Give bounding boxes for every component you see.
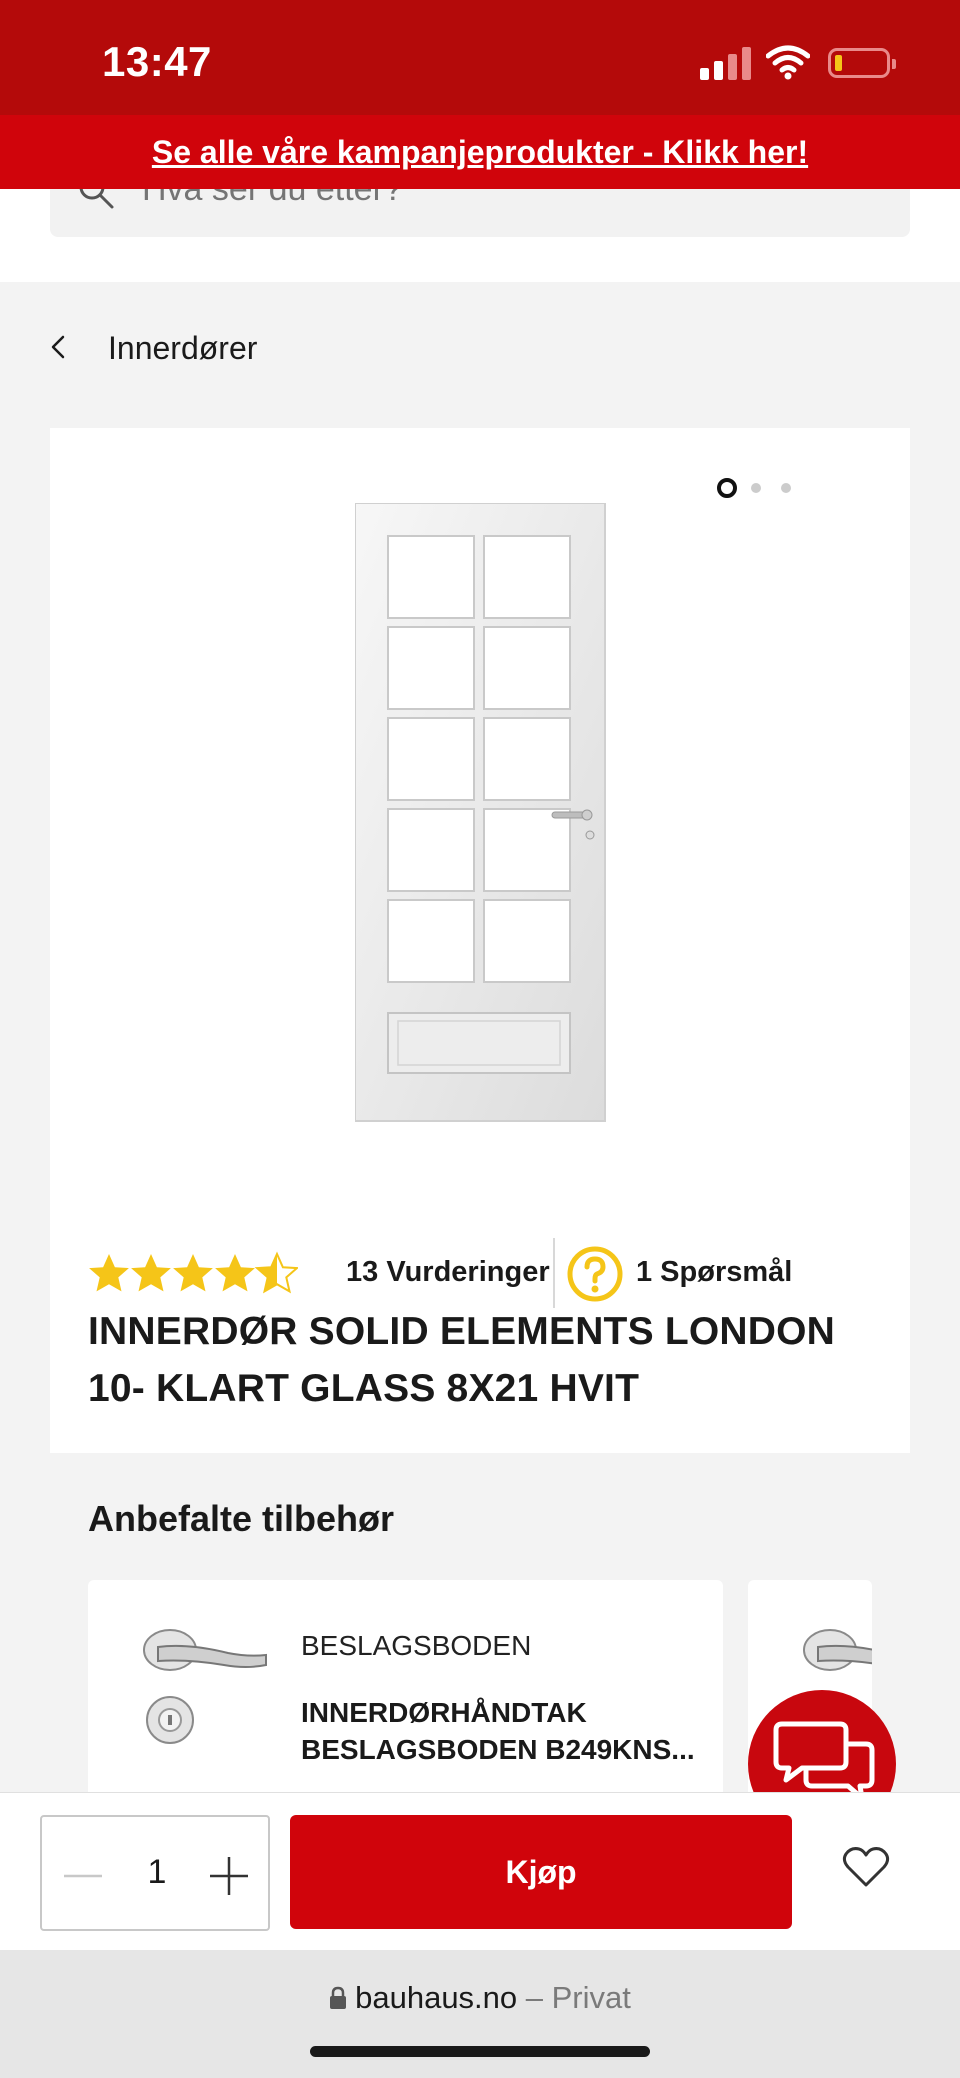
url-domain[interactable]: bauhaus.no xyxy=(355,1980,517,2015)
plus-icon[interactable] xyxy=(206,1853,252,1899)
rating-stars[interactable] xyxy=(88,1250,298,1296)
status-bar: 13:47 xyxy=(0,0,960,115)
star-icon xyxy=(215,1254,255,1292)
star-icon xyxy=(173,1254,213,1292)
status-time: 13:47 xyxy=(102,38,212,85)
heart-icon[interactable] xyxy=(842,1845,890,1889)
breadcrumb[interactable]: Innerdører xyxy=(0,282,960,422)
browsing-mode: – Privat xyxy=(525,1980,631,2015)
carousel-dot-1[interactable] xyxy=(717,478,737,498)
accessories-title: Anbefalte tilbehør xyxy=(88,1498,395,1539)
search-area xyxy=(0,169,960,282)
buy-bar: 1 Kjøp xyxy=(0,1792,960,1950)
accessory-image xyxy=(143,1629,267,1744)
accessory-card[interactable]: BESLAGSBODEN INNERDØRHÅNDTAK BESLAGSBODE… xyxy=(88,1580,723,1800)
accessory-name[interactable]: INNERDØRHÅNDTAK BESLAGSBODEN B249KNS... xyxy=(301,1694,701,1768)
quantity-stepper[interactable]: 1 xyxy=(40,1815,270,1931)
question-count[interactable]: 1 Spørsmål xyxy=(636,1256,792,1289)
search-box[interactable] xyxy=(50,169,910,237)
product-image[interactable] xyxy=(355,503,610,1125)
half-star-icon xyxy=(256,1253,298,1293)
battery-icon xyxy=(828,48,896,78)
breadcrumb-label[interactable]: Innerdører xyxy=(108,330,257,367)
star-icon xyxy=(89,1254,129,1292)
rating-divider xyxy=(553,1238,555,1308)
promo-banner-link[interactable]: Se alle våre kampanjeprodukter - Klikk h… xyxy=(152,134,808,171)
lock-icon xyxy=(330,1986,347,2009)
review-count[interactable]: 13 Vurderinger xyxy=(346,1256,550,1289)
question-icon[interactable] xyxy=(566,1245,624,1303)
star-icon xyxy=(131,1254,171,1292)
buy-button[interactable]: Kjøp xyxy=(290,1815,792,1929)
chevron-left-icon[interactable] xyxy=(46,334,72,360)
accessory-brand: BESLAGSBODEN xyxy=(301,1630,532,1661)
carousel-dots[interactable] xyxy=(717,478,807,498)
browser-bar: bauhaus.no – Privat xyxy=(0,1950,960,2078)
carousel-dot-3[interactable] xyxy=(781,483,791,493)
url-bar[interactable]: bauhaus.no – Privat xyxy=(0,1980,960,2016)
product-title: INNERDØR SOLID ELEMENTS LONDON 10- KLART… xyxy=(88,1310,836,1410)
rating-row: 13 Vurderinger 1 Spørsmål xyxy=(88,1238,888,1308)
promo-banner[interactable]: Se alle våre kampanjeprodukter - Klikk h… xyxy=(0,115,960,189)
carousel-dot-2[interactable] xyxy=(751,483,761,493)
product-card: 13 Vurderinger 1 Spørsmål INNERDØR SOLID… xyxy=(50,428,910,1453)
cell-signal-icon xyxy=(700,46,751,80)
home-indicator[interactable] xyxy=(310,2046,650,2057)
wifi-icon xyxy=(766,45,810,80)
